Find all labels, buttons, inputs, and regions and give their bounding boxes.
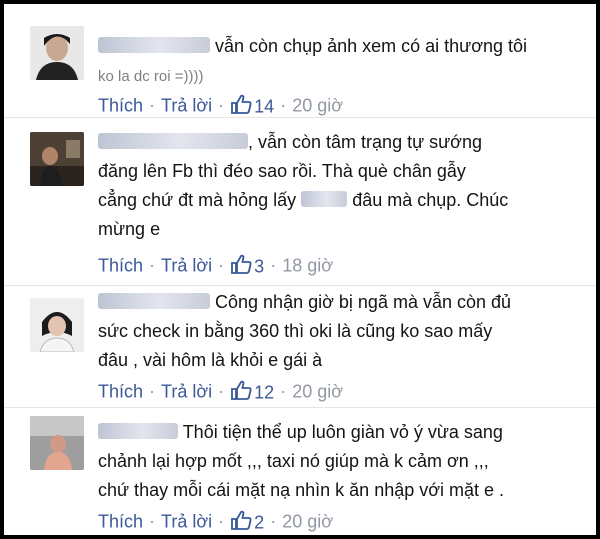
- comment-line: cẳng chứ đt mà hỏng lấy: [98, 190, 297, 210]
- author-name-blurred[interactable]: [98, 293, 210, 309]
- comment-line: chứ thay mỗi cái mặt nạ nhìn k ăn nhập v…: [98, 480, 505, 500]
- like-count[interactable]: 14: [230, 94, 275, 116]
- like-count-value: 2: [254, 511, 265, 532]
- like-count[interactable]: 12: [230, 380, 275, 402]
- comments-panel: vẫn còn chụp ảnh xem có ai thương tôi ko…: [4, 4, 596, 535]
- reply-link[interactable]: Trả lời: [161, 95, 212, 115]
- like-link[interactable]: Thích: [98, 255, 143, 275]
- reply-link[interactable]: Trả lời: [161, 511, 212, 531]
- separator: ·: [270, 511, 277, 532]
- thumbs-up-icon: [231, 94, 252, 114]
- thumbs-up-icon: [231, 380, 252, 400]
- comment-text: Thôi tiện thể up luôn giàn vỏ ý vừa sang…: [98, 418, 578, 505]
- separator: ·: [218, 255, 225, 276]
- author-name-blurred[interactable]: [98, 133, 248, 149]
- timestamp[interactable]: 18 giờ: [282, 255, 333, 275]
- separator: ·: [149, 511, 156, 532]
- comment-line: Thôi tiện thể up luôn giàn vỏ ý vừa sang: [182, 422, 503, 442]
- comment-2: , vẫn còn tâm trạng tự sướng đăng lên Fb…: [4, 118, 596, 286]
- like-count-value: 3: [254, 255, 265, 276]
- timestamp[interactable]: 20 giờ: [292, 95, 343, 115]
- like-count-value: 14: [254, 95, 275, 116]
- separator: ·: [280, 381, 287, 402]
- like-link[interactable]: Thích: [98, 95, 143, 115]
- separator: ·: [218, 95, 225, 116]
- timestamp[interactable]: 20 giờ: [292, 381, 343, 401]
- word-blurred: [301, 191, 348, 207]
- thumbs-up-icon: [231, 254, 252, 274]
- comment-line: Công nhận giờ bị ngã mà vẫn còn đủ: [215, 292, 512, 312]
- like-count[interactable]: 3: [230, 254, 265, 276]
- like-count-value: 12: [254, 381, 275, 402]
- avatar[interactable]: [30, 416, 84, 470]
- comment-actions: Thích · Trả lời · 12 · 20 giờ: [98, 378, 343, 402]
- separator: ·: [270, 255, 277, 276]
- comment-1: vẫn còn chụp ảnh xem có ai thương tôi ko…: [4, 4, 596, 118]
- like-link[interactable]: Thích: [98, 381, 143, 401]
- like-link[interactable]: Thích: [98, 511, 143, 531]
- comment-line: đăng lên Fb thì đéo sao rồi. Thà què châ…: [98, 161, 466, 181]
- comment-actions: Thích · Trả lời · 14 · 20 giờ: [98, 92, 343, 116]
- comment-text: , vẫn còn tâm trạng tự sướng đăng lên Fb…: [98, 128, 578, 244]
- comment-line: chảnh lại hợp mốt ,,, taxi nó giúp mà k …: [98, 451, 489, 471]
- comment-line: , vẫn còn tâm trạng tự sướng: [248, 132, 483, 152]
- comment-line: đâu , vài hôm là khỏi e gái à: [98, 350, 323, 370]
- comment-actions: Thích · Trả lời · 3 · 18 giờ: [98, 252, 333, 276]
- comment-line: đâu mà chụp. Chúc: [352, 190, 509, 210]
- avatar[interactable]: [30, 26, 84, 80]
- comment-line: mừng e: [98, 219, 161, 239]
- comment-4: Thôi tiện thể up luôn giàn vỏ ý vừa sang…: [4, 408, 596, 535]
- comment-actions: Thích · Trả lời · 2 · 20 giờ: [98, 508, 333, 532]
- comment-line: sức check in bằng 360 thì oki là cũng ko…: [98, 321, 493, 341]
- comment-3: Công nhận giờ bị ngã mà vẫn còn đủ sức c…: [4, 286, 596, 408]
- author-name-blurred[interactable]: [98, 423, 178, 439]
- reply-link[interactable]: Trả lời: [161, 381, 212, 401]
- separator: ·: [218, 381, 225, 402]
- author-name-blurred[interactable]: [98, 37, 210, 53]
- separator: ·: [149, 381, 156, 402]
- reply-link[interactable]: Trả lời: [161, 255, 212, 275]
- separator: ·: [280, 95, 287, 116]
- avatar[interactable]: [30, 298, 84, 352]
- separator: ·: [218, 511, 225, 532]
- comment-line: ko la dc roi =)))): [98, 68, 204, 85]
- comment-text: Công nhận giờ bị ngã mà vẫn còn đủ sức c…: [98, 288, 578, 375]
- separator: ·: [149, 255, 156, 276]
- timestamp[interactable]: 20 giờ: [282, 511, 333, 531]
- separator: ·: [149, 95, 156, 116]
- like-count[interactable]: 2: [230, 510, 265, 532]
- thumbs-up-icon: [231, 510, 252, 530]
- comment-line: vẫn còn chụp ảnh xem có ai thương tôi: [215, 36, 528, 56]
- avatar[interactable]: [30, 132, 84, 186]
- comment-text: vẫn còn chụp ảnh xem có ai thương tôi ko…: [98, 32, 578, 91]
